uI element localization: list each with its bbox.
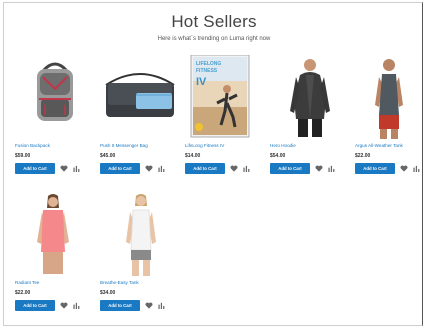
- heart-icon[interactable]: [315, 165, 323, 172]
- add-to-cart-button[interactable]: Add to Cart: [100, 163, 140, 174]
- product-name[interactable]: Argus All-Weather Tank: [355, 143, 403, 148]
- dvd-title-line1: LIFELONG: [196, 61, 221, 67]
- heart-icon[interactable]: [145, 302, 153, 309]
- product-name[interactable]: Hero Hoodie: [270, 143, 296, 148]
- add-to-cart-button[interactable]: Add to Cart: [15, 300, 55, 311]
- product-image-backpack[interactable]: [15, 55, 95, 139]
- compare-icon[interactable]: [158, 302, 165, 309]
- compare-icon[interactable]: [413, 165, 420, 172]
- add-to-cart-button[interactable]: Add to Cart: [270, 163, 310, 174]
- product-image-tee-woman[interactable]: [15, 192, 95, 276]
- add-to-cart-button[interactable]: Add to Cart: [185, 163, 225, 174]
- product-name[interactable]: Breathe-Easy Tank: [100, 280, 139, 285]
- heart-icon[interactable]: [230, 165, 238, 172]
- compare-icon[interactable]: [73, 302, 80, 309]
- product-card: Hero Hoodie $54.00 Add to Cart: [270, 55, 350, 190]
- product-price: $22.00: [15, 290, 31, 296]
- product-name[interactable]: Fusion Backpack: [15, 143, 50, 148]
- product-card: Push It Messenger Bag $45.00 Add to Cart: [100, 55, 180, 190]
- product-name[interactable]: Push It Messenger Bag: [100, 143, 148, 148]
- dvd-title-line3: IV: [196, 76, 207, 88]
- product-card: Breathe-Easy Tank $34.00 Add to Cart: [100, 192, 180, 327]
- product-price: $22.00: [355, 153, 371, 159]
- product-image-tank-man[interactable]: [355, 55, 428, 139]
- product-price: $45.00: [100, 153, 116, 159]
- product-card: Fusion Backpack $59.00 Add to Cart: [15, 55, 95, 190]
- section-title: Hot Sellers: [171, 12, 257, 31]
- product-name[interactable]: LifeLong Fitness IV: [185, 143, 224, 148]
- product-image-dvd-cover[interactable]: LIFELONG FITNESS IV: [185, 55, 265, 139]
- add-to-cart-button[interactable]: Add to Cart: [15, 163, 55, 174]
- product-price: $59.00: [15, 153, 31, 159]
- product-price: $14.00: [185, 153, 201, 159]
- product-card: Radiant Tee $22.00 Add to Cart: [15, 192, 95, 327]
- heart-icon[interactable]: [60, 302, 68, 309]
- product-image-hoodie[interactable]: [270, 55, 350, 139]
- add-to-cart-button[interactable]: Add to Cart: [100, 300, 140, 311]
- section-subtitle: Here is what`s trending on Luma right no…: [157, 36, 271, 42]
- product-price: $34.00: [100, 290, 116, 296]
- compare-icon[interactable]: [243, 165, 250, 172]
- product-image-tank-woman[interactable]: [100, 192, 180, 276]
- heart-icon[interactable]: [145, 165, 153, 172]
- product-card: LIFELONG FITNESS IV LifeLong Fitness IV …: [185, 55, 265, 190]
- dvd-title-line2: FITNESS: [196, 68, 218, 74]
- compare-icon[interactable]: [158, 165, 165, 172]
- product-name[interactable]: Radiant Tee: [15, 280, 39, 285]
- heart-icon[interactable]: [400, 165, 408, 172]
- compare-icon[interactable]: [73, 165, 80, 172]
- compare-icon[interactable]: [328, 165, 335, 172]
- product-card: Argus All-Weather Tank $22.00 Add to Car…: [355, 55, 428, 190]
- product-price: $54.00: [270, 153, 286, 159]
- heart-icon[interactable]: [60, 165, 68, 172]
- product-image-messenger-bag[interactable]: [100, 55, 180, 139]
- add-to-cart-button[interactable]: Add to Cart: [355, 163, 395, 174]
